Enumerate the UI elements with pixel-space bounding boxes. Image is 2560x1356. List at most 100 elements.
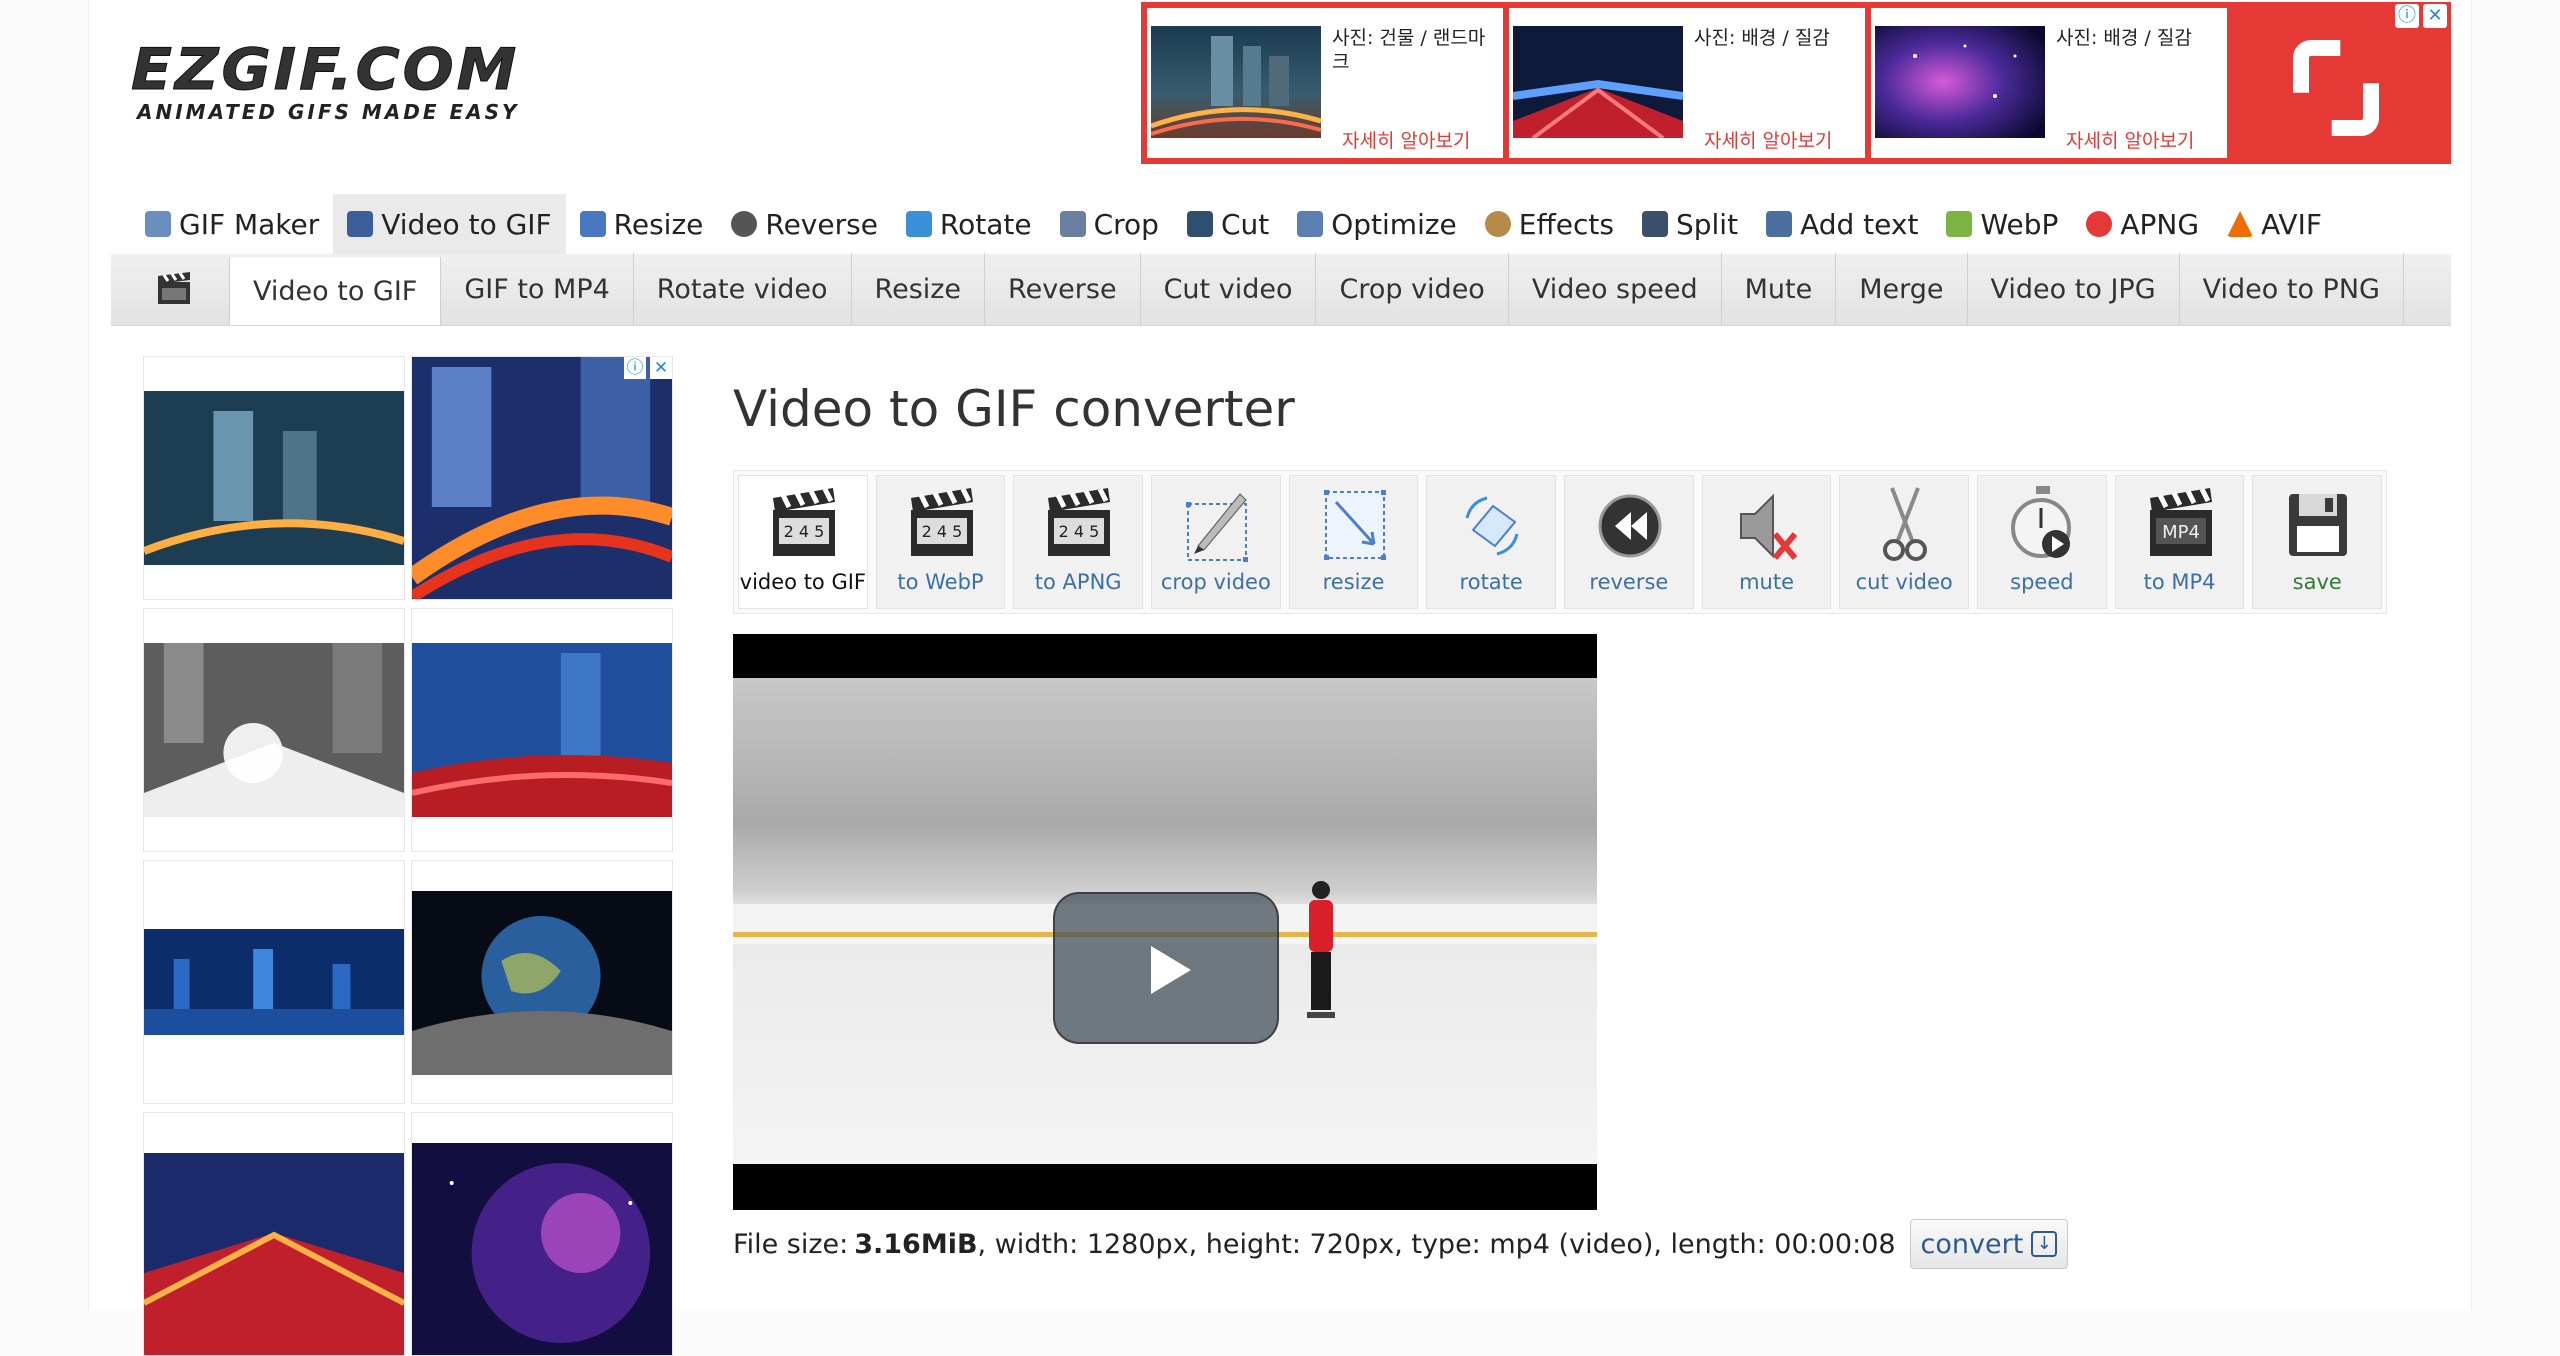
tool-save[interactable]: save xyxy=(2252,475,2383,609)
clapperboard-icon[interactable] xyxy=(119,253,229,325)
nav-webp[interactable]: WebP xyxy=(1932,194,2072,254)
tool-rotate[interactable]: rotate xyxy=(1426,475,1557,609)
tool-label: speed xyxy=(2010,570,2074,594)
tool-label: rotate xyxy=(1459,570,1523,594)
video-tools-toolbar: 2 4 5 video to GIF 2 4 5 to WebP 2 4 5 t… xyxy=(733,470,2387,614)
subtab-reverse[interactable]: Reverse xyxy=(985,253,1141,325)
download-arrow-icon: ↓ xyxy=(2031,1231,2058,1257)
nav-split[interactable]: Split xyxy=(1628,194,1752,254)
nav-rotate[interactable]: Rotate xyxy=(892,194,1046,254)
cut-icon xyxy=(1186,211,1213,237)
ad-image-light-beams xyxy=(144,643,404,817)
side-ad-tile[interactable] xyxy=(143,608,405,852)
tool-to-webp[interactable]: 2 4 5 to WebP xyxy=(875,475,1006,609)
gif-maker-icon xyxy=(145,211,171,237)
tool-label: to WebP xyxy=(897,570,984,594)
ad-image-nebula xyxy=(1875,26,2045,138)
tool-reverse[interactable]: reverse xyxy=(1564,475,1694,609)
ad-image-city-trails xyxy=(412,643,672,817)
side-ad[interactable]: ⓘ ✕ xyxy=(143,356,675,1356)
nav-gif-maker[interactable]: GIF Maker xyxy=(131,194,333,254)
side-ad-tile[interactable] xyxy=(411,860,673,1104)
convert-label: convert xyxy=(1920,1228,2024,1260)
effects-icon xyxy=(1484,211,1511,237)
tool-to-apng[interactable]: 2 4 5 to APNG xyxy=(1013,475,1144,609)
ad-info-icon[interactable]: ⓘ xyxy=(2395,4,2419,28)
skater-figure xyxy=(1307,881,1335,1018)
ezgif-logo[interactable]: EZGIF.COM ANIMATED GIFS MADE EASY xyxy=(131,40,551,124)
tool-label: to APNG xyxy=(1034,570,1122,594)
resize-icon xyxy=(1323,490,1386,560)
ad-close-icon[interactable]: ✕ xyxy=(2423,4,2447,28)
nav-resize[interactable]: Resize xyxy=(566,194,718,254)
tool-video-to-gif[interactable]: 2 4 5 video to GIF xyxy=(738,475,868,609)
side-ad-tile[interactable] xyxy=(411,608,673,852)
ad-image-earth-moon xyxy=(412,891,672,1075)
nav-crop[interactable]: Crop xyxy=(1046,194,1173,254)
mp4-icon: MP4 xyxy=(2149,487,2212,556)
nav-avif[interactable]: AVIF xyxy=(2213,194,2336,254)
tool-cut-video[interactable]: cut video xyxy=(1839,475,1970,609)
subtab-rotate-video[interactable]: Rotate video xyxy=(634,253,852,325)
side-ad-tile[interactable]: ⓘ ✕ xyxy=(411,356,673,600)
tool-label: reverse xyxy=(1589,570,1669,594)
rewind-icon xyxy=(1598,494,1662,558)
file-info: File size: 3.16MiB , width: 1280px, heig… xyxy=(733,1216,2069,1272)
subtab-gif-to-mp4[interactable]: GIF to MP4 xyxy=(441,253,634,325)
video-player[interactable] xyxy=(733,634,1597,1210)
ad-controls: ⓘ ✕ xyxy=(2395,4,2447,28)
file-info-details: , width: 1280px, height: 720px, type: mp… xyxy=(977,1228,1896,1260)
nav-video-to-gif[interactable]: Video to GIF xyxy=(333,194,566,254)
play-button[interactable] xyxy=(1053,892,1279,1044)
rotate-icon xyxy=(905,211,932,237)
nav-label: Reverse xyxy=(765,207,878,241)
ad-close-icon[interactable]: ✕ xyxy=(650,357,672,379)
add-text-icon xyxy=(1766,211,1793,237)
ad-card[interactable]: 사진: 건물 / 랜드마크 자세히 알아보기 xyxy=(1147,8,1503,158)
subtab-merge[interactable]: Merge xyxy=(1836,253,1968,325)
subtab-video-to-gif[interactable]: Video to GIF xyxy=(229,257,442,325)
ad-info-icon[interactable]: ⓘ xyxy=(624,357,646,379)
crop-icon xyxy=(1186,493,1249,562)
nav-label: Effects xyxy=(1518,207,1614,241)
side-ad-tile[interactable] xyxy=(143,1112,405,1356)
subtab-crop-video[interactable]: Crop video xyxy=(1316,253,1509,325)
scissors-icon xyxy=(1883,487,1928,561)
tool-to-mp4[interactable]: MP4 to MP4 xyxy=(2114,475,2245,609)
nav-add-text[interactable]: Add text xyxy=(1752,194,1932,254)
ad-caption: 사진: 배경 / 질감 xyxy=(1694,27,1830,49)
tool-crop-video[interactable]: crop video xyxy=(1151,475,1281,609)
ad-image-city-night xyxy=(1151,26,1321,138)
nav-reverse[interactable]: Reverse xyxy=(717,194,892,254)
nav-optimize[interactable]: Optimize xyxy=(1283,194,1471,254)
subtab-mute[interactable]: Mute xyxy=(1722,253,1837,325)
ad-learn-more-link[interactable]: 자세히 알아보기 xyxy=(1704,126,1832,153)
ad-learn-more-link[interactable]: 자세히 알아보기 xyxy=(2066,126,2194,153)
nav-apng[interactable]: APNG xyxy=(2072,194,2213,254)
nav-cut[interactable]: Cut xyxy=(1173,194,1283,254)
subtab-video-to-jpg[interactable]: Video to JPG xyxy=(1968,253,2180,325)
side-ad-tile[interactable] xyxy=(411,1112,673,1356)
nav-effects[interactable]: Effects xyxy=(1471,194,1628,254)
subtab-cut-video[interactable]: Cut video xyxy=(1141,253,1317,325)
side-ad-tile[interactable] xyxy=(143,860,405,1104)
subtab-video-to-png[interactable]: Video to PNG xyxy=(2180,253,2404,325)
ad-card[interactable]: 사진: 배경 / 질감 자세히 알아보기 xyxy=(1871,8,2227,158)
avif-icon xyxy=(2227,211,2254,237)
tool-resize[interactable]: resize xyxy=(1288,475,1419,609)
top-banner-ad[interactable]: 사진: 건물 / 랜드마크 자세히 알아보기 사진: 배경 / 질감 자세히 알… xyxy=(1141,2,2451,164)
ad-image-speed-trails xyxy=(144,1153,404,1355)
subtab-video-speed[interactable]: Video speed xyxy=(1509,253,1722,325)
side-ad-tile[interactable] xyxy=(143,356,405,600)
floppy-disk-icon xyxy=(2289,494,2348,556)
ad-learn-more-link[interactable]: 자세히 알아보기 xyxy=(1342,126,1470,153)
ad-brand-logo[interactable] xyxy=(2233,8,2445,158)
tool-speed[interactable]: speed xyxy=(1977,475,2107,609)
nav-label: WebP xyxy=(1980,207,2059,241)
ad-caption: 사진: 건물 / 랜드마크 xyxy=(1332,27,1486,73)
convert-button[interactable]: convert ↓ xyxy=(1909,1219,2069,1269)
nav-label: Add text xyxy=(1800,207,1919,241)
subtab-resize[interactable]: Resize xyxy=(852,253,986,325)
ad-card[interactable]: 사진: 배경 / 질감 자세히 알아보기 xyxy=(1509,8,1865,158)
tool-mute[interactable]: mute xyxy=(1701,475,1832,609)
